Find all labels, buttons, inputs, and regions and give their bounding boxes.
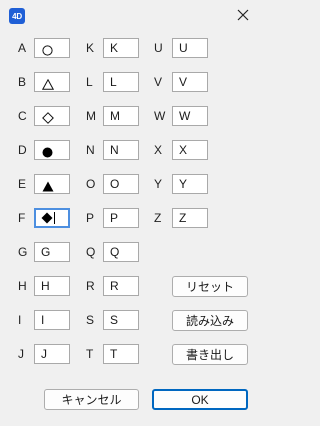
field-label-y: Y [154,177,163,191]
triangle-filled-icon [42,179,54,193]
field-t-input[interactable]: T [103,344,139,364]
field-value: O [110,177,120,191]
field-l-input[interactable]: L [103,72,139,92]
circle-outline-icon [42,43,53,57]
field-value: G [41,245,51,259]
field-k-input[interactable]: K [103,38,139,58]
field-label-l: L [86,75,93,89]
field-w-input[interactable]: W [172,106,208,126]
app-icon: 4D [9,8,25,24]
field-value: Z [179,211,187,225]
field-f-input[interactable] [34,208,70,228]
field-label-c: C [18,109,27,123]
field-o-input[interactable]: O [103,174,139,194]
cancel-button[interactable]: キャンセル [44,389,139,410]
field-label-d: D [18,143,27,157]
field-v-input[interactable]: V [172,72,208,92]
field-label-n: N [86,143,95,157]
field-d-input[interactable] [34,140,70,160]
close-button[interactable] [232,4,254,26]
field-label-f: F [18,211,26,225]
field-label-i: I [18,313,22,327]
field-label-q: Q [86,245,96,259]
field-q-input[interactable]: Q [103,242,139,262]
field-value: L [110,75,117,89]
field-label-r: R [86,279,95,293]
field-b-input[interactable] [34,72,70,92]
field-z-input[interactable]: Z [172,208,208,228]
field-label-o: O [86,177,96,191]
field-g-input[interactable]: G [34,242,70,262]
field-value: Y [179,177,188,191]
diamond-outline-icon [42,111,54,125]
field-value: X [179,143,188,157]
field-label-k: K [86,41,95,55]
field-label-t: T [86,347,94,361]
close-icon [237,9,249,21]
field-value: R [110,279,119,293]
field-value: K [110,41,119,55]
field-label-h: H [18,279,27,293]
field-label-b: B [18,75,27,89]
field-value: H [41,279,50,293]
field-value: Q [110,245,120,259]
field-label-s: S [86,313,95,327]
field-value: V [179,75,188,89]
field-value: W [179,109,191,123]
field-i-input[interactable]: I [34,310,70,330]
field-s-input[interactable]: S [103,310,139,330]
field-value: S [110,313,119,327]
field-value: I [41,313,45,327]
reset-button[interactable]: リセット [172,276,248,297]
field-x-input[interactable]: X [172,140,208,160]
field-label-w: W [154,109,166,123]
circle-filled-icon [42,145,53,159]
field-label-x: X [154,143,163,157]
field-value: T [110,347,118,361]
export-button[interactable]: 書き出し [172,344,248,365]
field-n-input[interactable]: N [103,140,139,160]
field-label-v: V [154,75,163,89]
field-value: M [110,109,120,123]
field-label-g: G [18,245,28,259]
field-label-j: J [18,347,24,361]
field-e-input[interactable] [34,174,70,194]
triangle-outline-icon [41,77,55,91]
field-a-input[interactable] [34,38,70,58]
load-button[interactable]: 読み込み [172,310,248,331]
field-label-e: E [18,177,27,191]
field-value: U [179,41,188,55]
field-y-input[interactable]: Y [172,174,208,194]
field-m-input[interactable]: M [103,106,139,126]
field-u-input[interactable]: U [172,38,208,58]
field-p-input[interactable]: P [103,208,139,228]
field-c-input[interactable] [34,106,70,126]
field-label-z: Z [154,211,162,225]
field-value: P [110,211,119,225]
text-caret [54,212,55,224]
field-label-u: U [154,41,163,55]
field-label-a: A [18,41,27,55]
field-label-p: P [86,211,95,225]
field-j-input[interactable]: J [34,344,70,364]
field-label-m: M [86,109,96,123]
ok-button[interactable]: OK [152,389,248,410]
field-value: N [110,143,119,157]
diamond-filled-icon [41,212,53,226]
field-r-input[interactable]: R [103,276,139,296]
field-h-input[interactable]: H [34,276,70,296]
field-value: J [41,347,47,361]
